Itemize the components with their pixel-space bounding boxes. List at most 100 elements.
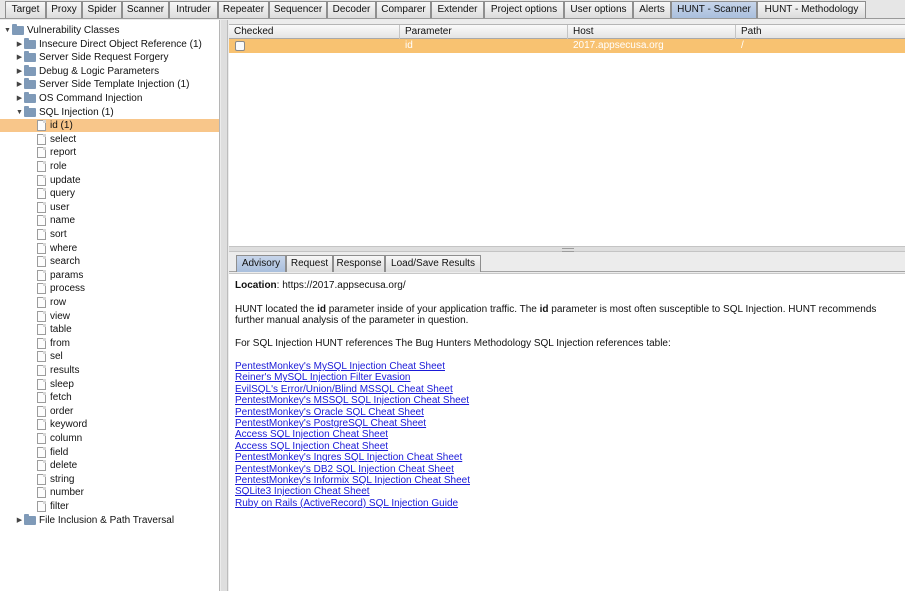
tab-repeater[interactable]: Repeater	[218, 1, 269, 18]
document-icon	[37, 134, 46, 145]
tab-hunt-scanner[interactable]: HUNT - Scanner	[671, 1, 757, 18]
tree-param-3[interactable]: role	[0, 160, 219, 173]
reference-link[interactable]: Access SQL Injection Cheat Sheet	[235, 429, 388, 440]
table-row[interactable]: id 2017.appsecusa.org /	[229, 39, 905, 53]
tree-param-5[interactable]: query	[0, 187, 219, 200]
tree-param-21[interactable]: order	[0, 405, 219, 418]
collapse-arrow-icon[interactable]: ▶	[15, 51, 24, 64]
tree-param-27[interactable]: number	[0, 486, 219, 499]
document-icon	[37, 202, 46, 213]
tree-param-26[interactable]: string	[0, 473, 219, 486]
column-header-checked[interactable]: Checked	[229, 25, 400, 39]
collapse-arrow-icon[interactable]: ▶	[15, 514, 24, 527]
tree-param-1[interactable]: select	[0, 133, 219, 146]
folder-icon	[24, 92, 36, 103]
tab-decoder[interactable]: Decoder	[327, 1, 376, 18]
tree-node-label: OS Command Injection	[39, 93, 143, 104]
cell-host: 2017.appsecusa.org	[573, 40, 664, 51]
tree-param-9[interactable]: where	[0, 242, 219, 255]
reference-link[interactable]: SQLite3 Injection Cheat Sheet	[235, 486, 370, 497]
tree-param-24[interactable]: field	[0, 446, 219, 459]
tree-param-0[interactable]: id (1)	[0, 119, 219, 132]
reference-link[interactable]: PentestMonkey's Informix SQL Injection C…	[235, 475, 470, 486]
expand-arrow-icon[interactable]: ▼	[3, 24, 12, 37]
column-header-path[interactable]: Path	[736, 25, 905, 39]
main-tab-bar: Target Proxy Spider Scanner Intruder Rep…	[0, 0, 905, 19]
tree-category[interactable]: ▶ Insecure Direct Object Reference (1)	[0, 38, 219, 51]
reference-link[interactable]: PentestMonkey's PostgreSQL Cheat Sheet	[235, 418, 426, 429]
tab-alerts[interactable]: Alerts	[633, 1, 671, 18]
detail-tab-bar: Advisory Request Response Load/Save Resu…	[229, 253, 905, 272]
tree-category[interactable]: ▶ Debug & Logic Parameters	[0, 65, 219, 78]
tree-param-28[interactable]: filter	[0, 500, 219, 513]
tab-hunt-methodology[interactable]: HUNT - Methodology	[757, 1, 866, 18]
reference-link[interactable]: PentestMonkey's MSSQL SQL Injection Chea…	[235, 395, 469, 406]
tab-sequencer[interactable]: Sequencer	[269, 1, 327, 18]
tree-param-13[interactable]: row	[0, 296, 219, 309]
reference-link[interactable]: PentestMonkey's Oracle SQL Cheat Sheet	[235, 407, 424, 418]
tree-category[interactable]: ▶ Server Side Request Forgery	[0, 51, 219, 64]
tab-load-save-results[interactable]: Load/Save Results	[385, 255, 481, 272]
tab-response[interactable]: Response	[333, 255, 385, 272]
tab-advisory[interactable]: Advisory	[236, 255, 286, 272]
tree-param-12[interactable]: process	[0, 282, 219, 295]
results-table: Checked Parameter Host Path id 2017.apps…	[229, 24, 905, 246]
tree-param-11[interactable]: params	[0, 269, 219, 282]
tab-project-options[interactable]: Project options	[484, 1, 564, 18]
tab-extender[interactable]: Extender	[431, 1, 484, 18]
tree-param-4[interactable]: update	[0, 174, 219, 187]
reference-link[interactable]: EvilSQL's Error/Union/Blind MSSQL Cheat …	[235, 384, 453, 395]
tree-param-6[interactable]: user	[0, 201, 219, 214]
column-header-parameter[interactable]: Parameter	[400, 25, 568, 39]
tree-param-20[interactable]: fetch	[0, 391, 219, 404]
expand-arrow-icon[interactable]: ▼	[15, 106, 24, 119]
tree-param-8[interactable]: sort	[0, 228, 219, 241]
tree-param-17[interactable]: sel	[0, 350, 219, 363]
reference-link[interactable]: PentestMonkey's Ingres SQL Injection Che…	[235, 452, 462, 463]
tab-target[interactable]: Target	[5, 1, 46, 18]
tree-param-22[interactable]: keyword	[0, 418, 219, 431]
tree-root[interactable]: ▼ Vulnerability Classes	[0, 24, 219, 37]
tree-param-15[interactable]: table	[0, 323, 219, 336]
tree-param-10[interactable]: search	[0, 255, 219, 268]
tree-param-23[interactable]: column	[0, 432, 219, 445]
reference-link[interactable]: Reiner's MySQL Injection Filter Evasion	[235, 372, 411, 383]
tab-comparer[interactable]: Comparer	[376, 1, 431, 18]
tab-proxy[interactable]: Proxy	[46, 1, 82, 18]
tree-param-18[interactable]: results	[0, 364, 219, 377]
tree-param-16[interactable]: from	[0, 337, 219, 350]
collapse-arrow-icon[interactable]: ▶	[15, 78, 24, 91]
tree-param-14[interactable]: view	[0, 310, 219, 323]
row-checkbox[interactable]	[235, 41, 245, 51]
tree-node-label: params	[50, 270, 84, 281]
reference-link[interactable]: PentestMonkey's DB2 SQL Injection Cheat …	[235, 464, 454, 475]
tree-category[interactable]: ▶ Server Side Template Injection (1)	[0, 78, 219, 91]
tree-category[interactable]: ▶ OS Command Injection	[0, 92, 219, 105]
reference-link[interactable]: Access SQL Injection Cheat Sheet	[235, 441, 388, 452]
collapse-arrow-icon[interactable]: ▶	[15, 65, 24, 78]
document-icon	[37, 215, 46, 226]
tree-param-2[interactable]: report	[0, 146, 219, 159]
document-icon	[37, 406, 46, 417]
tree-param-25[interactable]: delete	[0, 459, 219, 472]
tab-user-options[interactable]: User options	[564, 1, 633, 18]
tree-node-label: from	[50, 338, 70, 349]
tab-spider[interactable]: Spider	[82, 1, 122, 18]
document-icon	[37, 338, 46, 349]
vertical-splitter[interactable]	[221, 20, 228, 591]
tree-param-7[interactable]: name	[0, 214, 219, 227]
collapse-arrow-icon[interactable]: ▶	[15, 92, 24, 105]
column-header-host[interactable]: Host	[568, 25, 736, 39]
tab-intruder[interactable]: Intruder	[169, 1, 218, 18]
tree-category-file-inclusion[interactable]: ▶ File Inclusion & Path Traversal	[0, 514, 219, 527]
collapse-arrow-icon[interactable]: ▶	[15, 38, 24, 51]
reference-link[interactable]: PentestMonkey's MySQL Injection Cheat Sh…	[235, 361, 445, 372]
reference-link[interactable]: Ruby on Rails (ActiveRecord) SQL Injecti…	[235, 498, 458, 509]
tab-scanner[interactable]: Scanner	[122, 1, 169, 18]
tree-category-sql-injection[interactable]: ▼ SQL Injection (1)	[0, 106, 219, 119]
tree-param-19[interactable]: sleep	[0, 378, 219, 391]
tab-request[interactable]: Request	[286, 255, 333, 272]
document-icon	[37, 474, 46, 485]
document-icon	[37, 501, 46, 512]
horizontal-splitter[interactable]	[229, 246, 905, 252]
